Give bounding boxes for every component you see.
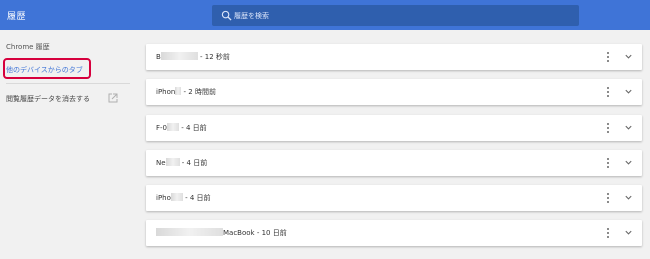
- chevron-down-icon[interactable]: [624, 87, 633, 96]
- redacted-block: [170, 193, 183, 202]
- device-title: iPhon - 2 時間前: [156, 87, 216, 97]
- device-card[interactable]: MacBook - 10 日前: [146, 220, 642, 247]
- sync-time: - 4 日前: [179, 123, 207, 132]
- redacted-block: [160, 52, 198, 60]
- device-card[interactable]: F-0 - 4 日前: [146, 114, 642, 141]
- search-box[interactable]: [212, 5, 579, 26]
- device-name: F-0: [156, 123, 168, 132]
- sync-time: - 12 秒前: [197, 53, 230, 61]
- device-name: iPho: [156, 194, 171, 203]
- sidebar: Chrome 履歴 他のデバイスからのタブ 閲覧履歴データを消去する: [0, 30, 135, 259]
- more-options-icon[interactable]: [605, 192, 611, 204]
- sync-time: - 10 日前: [254, 229, 287, 238]
- external-link-icon[interactable]: [108, 93, 118, 103]
- search-input[interactable]: [234, 5, 564, 26]
- device-card[interactable]: B - 12 秒前: [146, 44, 642, 70]
- device-card[interactable]: iPhon - 2 時間前: [146, 79, 642, 106]
- chevron-down-icon[interactable]: [624, 193, 633, 202]
- redacted-block: [156, 228, 223, 237]
- sync-time: - 4 日前: [182, 194, 211, 203]
- device-title: MacBook - 10 日前: [156, 228, 287, 238]
- chevron-down-icon[interactable]: [624, 123, 633, 132]
- clear-browsing-data-link[interactable]: 閲覧履歴データを消去する: [6, 94, 90, 104]
- search-icon: [221, 10, 232, 21]
- device-name: Ne: [156, 158, 166, 167]
- more-options-icon[interactable]: [605, 227, 611, 239]
- more-options-icon[interactable]: [605, 157, 611, 169]
- device-card[interactable]: Ne - 4 日前: [146, 149, 642, 176]
- redacted-block: [167, 122, 180, 131]
- device-title: F-0 - 4 日前: [156, 122, 207, 133]
- device-title: B - 12 秒前: [156, 52, 230, 62]
- sync-time: - 4 日前: [179, 158, 208, 167]
- chevron-down-icon[interactable]: [624, 228, 633, 237]
- device-title: Ne - 4 日前: [156, 157, 208, 168]
- more-options-icon[interactable]: [605, 122, 611, 134]
- device-name: MacBook: [223, 229, 255, 238]
- top-bar: 履歴: [0, 0, 650, 30]
- device-card[interactable]: iPho - 4 日前: [146, 185, 642, 212]
- device-list: B - 12 秒前 iPhon - 2 時間前 F-0 - 4 日前 Ne - …: [146, 44, 642, 256]
- sidebar-item-other-devices[interactable]: 他のデバイスからのタブ: [6, 65, 83, 75]
- sync-time: - 2 時間前: [181, 88, 216, 97]
- more-options-icon[interactable]: [605, 86, 611, 98]
- page-title: 履歴: [7, 12, 27, 22]
- device-name: iPhon: [156, 88, 176, 97]
- chevron-down-icon[interactable]: [624, 158, 633, 167]
- redacted-block: [165, 157, 180, 166]
- sidebar-divider: [6, 83, 130, 84]
- sidebar-heading: Chrome 履歴: [6, 43, 50, 51]
- device-title: iPho - 4 日前: [156, 193, 211, 203]
- more-options-icon[interactable]: [605, 51, 611, 63]
- chevron-down-icon[interactable]: [624, 52, 633, 61]
